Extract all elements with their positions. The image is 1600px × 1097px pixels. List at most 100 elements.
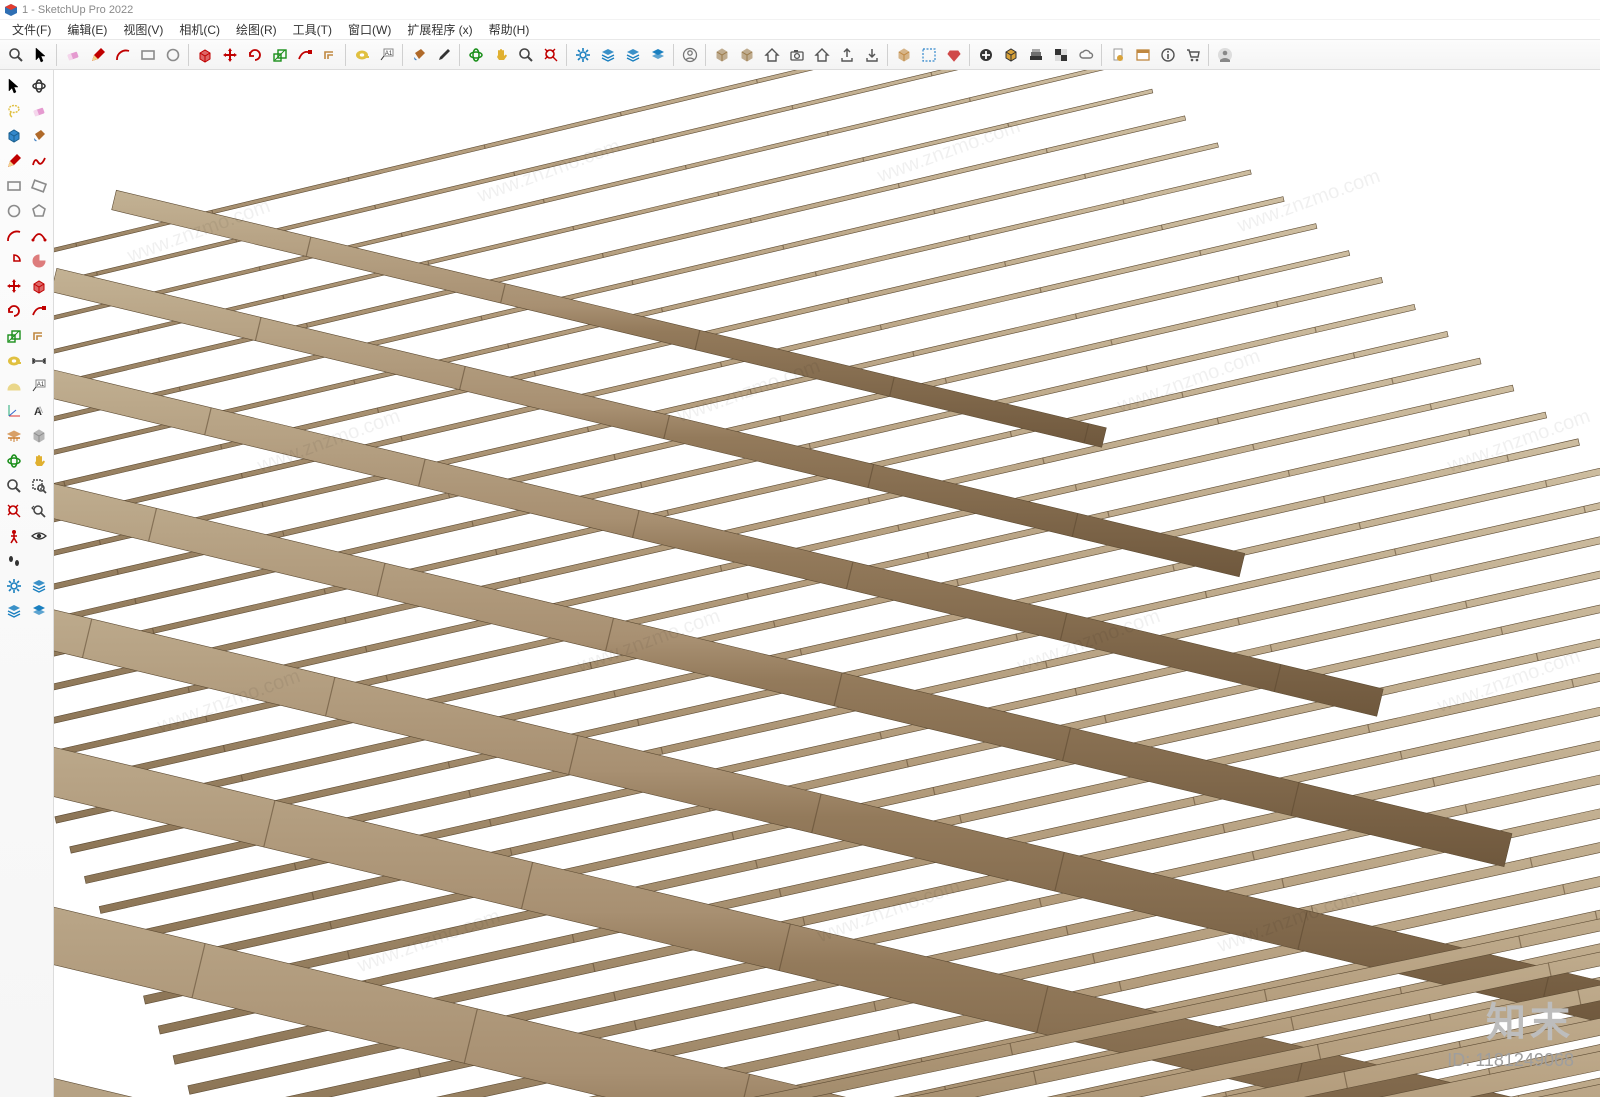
prev-view-icon[interactable] (27, 499, 51, 523)
select-icon[interactable] (2, 74, 26, 98)
ext2-box-icon[interactable] (892, 43, 916, 67)
offset-icon[interactable] (27, 324, 51, 348)
eraser-icon[interactable] (61, 43, 85, 67)
polygon-icon[interactable] (27, 199, 51, 223)
select-icon[interactable] (29, 43, 53, 67)
user-icon[interactable] (678, 43, 702, 67)
menu-item-5[interactable]: 工具(T) (285, 20, 340, 39)
ext4-geardoc-icon[interactable] (1106, 43, 1130, 67)
3dtext-icon[interactable]: AA (27, 399, 51, 423)
wh-download-icon[interactable] (860, 43, 884, 67)
tape-icon[interactable] (350, 43, 374, 67)
rotate-icon[interactable] (243, 43, 267, 67)
ext4-window-icon[interactable] (1131, 43, 1155, 67)
ext-layers3-icon[interactable] (27, 599, 51, 623)
zoom-extents-icon[interactable] (539, 43, 563, 67)
ext3-checker-icon[interactable] (1049, 43, 1073, 67)
line-icon[interactable] (2, 149, 26, 173)
rotate-icon[interactable] (2, 299, 26, 323)
zoom-extents-icon[interactable] (2, 499, 26, 523)
ext-gear-blue-icon[interactable] (2, 574, 26, 598)
rectangle-icon[interactable] (136, 43, 160, 67)
wh-home-icon[interactable] (760, 43, 784, 67)
pushpull-icon[interactable] (27, 274, 51, 298)
section-icon[interactable] (2, 424, 26, 448)
wh-box2-icon[interactable] (735, 43, 759, 67)
arc2-icon[interactable] (27, 224, 51, 248)
ext-layers3-icon[interactable] (646, 43, 670, 67)
circle-icon[interactable] (2, 199, 26, 223)
ext-layers1-icon[interactable] (596, 43, 620, 67)
menu-item-3[interactable]: 相机(C) (171, 20, 228, 39)
dimension-icon[interactable] (27, 349, 51, 373)
scale-icon[interactable] (268, 43, 292, 67)
ext-gear-blue-icon[interactable] (571, 43, 595, 67)
ext-layers2-icon[interactable] (2, 599, 26, 623)
freehand-icon[interactable] (27, 149, 51, 173)
ext-layers-icon[interactable] (27, 574, 51, 598)
look-around-icon[interactable] (27, 524, 51, 548)
menu-item-6[interactable]: 窗口(W) (340, 20, 399, 39)
menu-item-7[interactable]: 扩展程序 (x) (399, 20, 480, 39)
pushpull-icon[interactable] (193, 43, 217, 67)
menu-item-1[interactable]: 编辑(E) (59, 20, 115, 39)
pan-icon[interactable] (27, 449, 51, 473)
circle-icon[interactable] (161, 43, 185, 67)
orbit-icon[interactable] (2, 449, 26, 473)
rotated-rect-icon[interactable] (27, 174, 51, 198)
box-tool-icon[interactable] (27, 424, 51, 448)
arc3-icon[interactable] (2, 249, 26, 273)
arc-icon[interactable] (111, 43, 135, 67)
menu-item-2[interactable]: 视图(V) (115, 20, 171, 39)
zoom-window-icon[interactable] (27, 474, 51, 498)
text-icon[interactable]: A1 (27, 374, 51, 398)
ext2-gem-icon[interactable] (942, 43, 966, 67)
wh-home2-icon[interactable] (810, 43, 834, 67)
axes-icon[interactable] (2, 399, 26, 423)
paintbucket-icon[interactable] (27, 124, 51, 148)
pie-icon[interactable] (27, 249, 51, 273)
eraser-icon[interactable] (27, 99, 51, 123)
search-icon[interactable] (4, 43, 28, 67)
paintbucket-icon[interactable] (407, 43, 431, 67)
move-icon[interactable] (218, 43, 242, 67)
account-icon[interactable] (1213, 43, 1237, 67)
ext-layers2-icon[interactable] (621, 43, 645, 67)
menu-item-0[interactable]: 文件(F) (4, 20, 59, 39)
viewport-3d[interactable]: www.znzmo.comwww.znzmo.comwww.znzmo.comw… (54, 70, 1600, 1097)
lasso-icon[interactable] (2, 99, 26, 123)
menu-item-8[interactable]: 帮助(H) (481, 20, 538, 39)
ext3-stack-icon[interactable] (1024, 43, 1048, 67)
ext4-cart-icon[interactable] (1181, 43, 1205, 67)
materials-icon[interactable] (2, 124, 26, 148)
scale-icon[interactable] (2, 324, 26, 348)
orbit-icon[interactable] (464, 43, 488, 67)
rectangle-icon[interactable] (2, 174, 26, 198)
position-cam-icon[interactable] (2, 524, 26, 548)
orbit-side-icon[interactable] (27, 74, 51, 98)
ext4-info-icon[interactable] (1156, 43, 1180, 67)
line-icon[interactable] (86, 43, 110, 67)
eyedropper-icon[interactable] (432, 43, 456, 67)
tape-icon[interactable] (2, 349, 26, 373)
arc-icon[interactable] (2, 224, 26, 248)
ext3-plus-icon[interactable] (974, 43, 998, 67)
offset-icon[interactable] (318, 43, 342, 67)
ext3-cube-icon[interactable] (999, 43, 1023, 67)
protractor-icon[interactable] (2, 374, 26, 398)
ext3-cloud-icon[interactable] (1074, 43, 1098, 67)
text-icon[interactable]: A1 (375, 43, 399, 67)
ext2-sel-icon[interactable] (917, 43, 941, 67)
wh-cam-icon[interactable] (785, 43, 809, 67)
menu-item-4[interactable]: 绘图(R) (228, 20, 285, 39)
walk-icon[interactable] (2, 549, 26, 573)
zoom-icon[interactable] (2, 474, 26, 498)
pan-icon[interactable] (489, 43, 513, 67)
separator (345, 44, 346, 66)
move-icon[interactable] (2, 274, 26, 298)
wh-upload-icon[interactable] (835, 43, 859, 67)
zoom-icon[interactable] (514, 43, 538, 67)
followme-icon[interactable] (293, 43, 317, 67)
followme-icon[interactable] (27, 299, 51, 323)
wh-box1-icon[interactable] (710, 43, 734, 67)
